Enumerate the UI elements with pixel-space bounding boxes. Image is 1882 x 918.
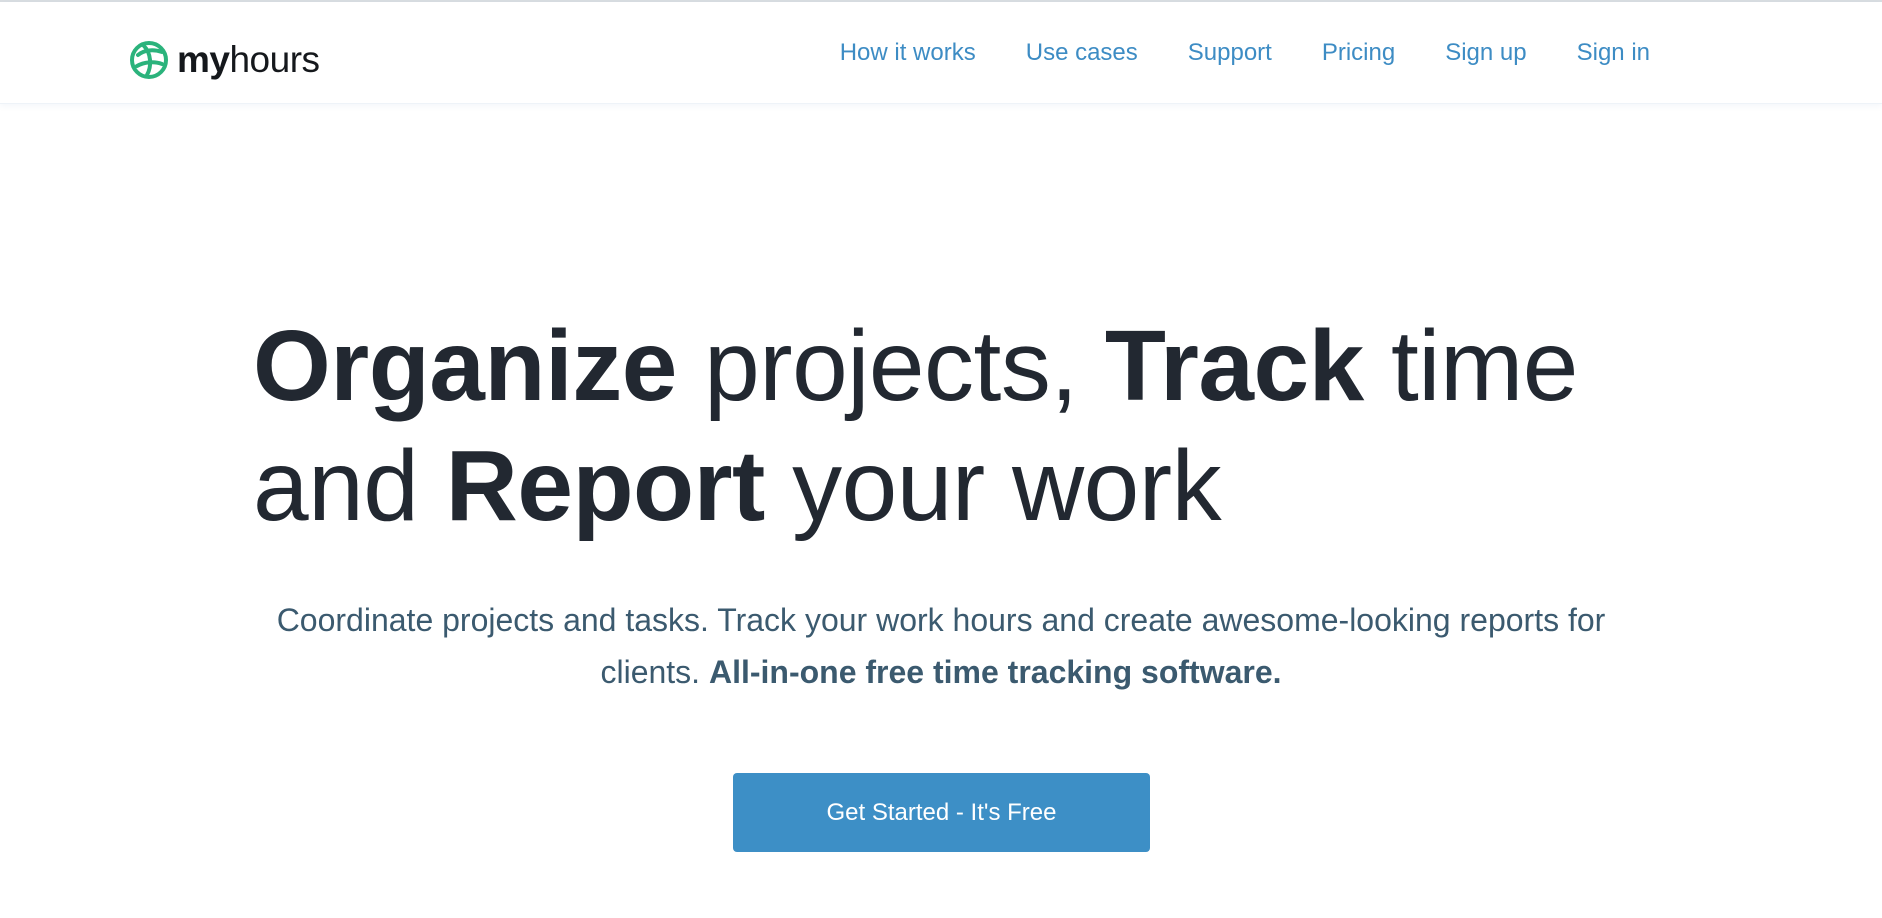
main-nav: How it works Use cases Support Pricing S… bbox=[840, 36, 1650, 70]
nav-pricing[interactable]: Pricing bbox=[1322, 36, 1395, 70]
hero-subtext: Coordinate projects and tasks. Track you… bbox=[241, 594, 1641, 698]
headline-track: Track bbox=[1104, 310, 1364, 422]
nav-sign-up[interactable]: Sign up bbox=[1445, 36, 1526, 70]
headline-organize: Organize bbox=[253, 310, 677, 422]
myhours-logo[interactable]: myhours bbox=[129, 40, 320, 80]
nav-sign-in[interactable]: Sign in bbox=[1577, 36, 1650, 70]
logo-text-my: my bbox=[177, 39, 230, 80]
site-header: myhours How it works Use cases Support P… bbox=[0, 2, 1882, 104]
headline-text-3: your work bbox=[764, 430, 1222, 542]
globe-logo-icon bbox=[130, 41, 168, 79]
hero-headline: Organize projects, Track time and Report… bbox=[253, 306, 1673, 546]
headline-text-1: projects, bbox=[676, 310, 1105, 422]
get-started-button[interactable]: Get Started - It's Free bbox=[733, 773, 1150, 852]
nav-how-it-works[interactable]: How it works bbox=[840, 36, 976, 70]
subtext-bold: All-in-one free time tracking software. bbox=[708, 654, 1282, 690]
nav-use-cases[interactable]: Use cases bbox=[1026, 36, 1138, 70]
headline-report: Report bbox=[445, 430, 766, 542]
logo-wordmark: myhours bbox=[177, 40, 320, 80]
nav-support[interactable]: Support bbox=[1188, 36, 1272, 70]
logo-text-hours: hours bbox=[229, 39, 320, 80]
